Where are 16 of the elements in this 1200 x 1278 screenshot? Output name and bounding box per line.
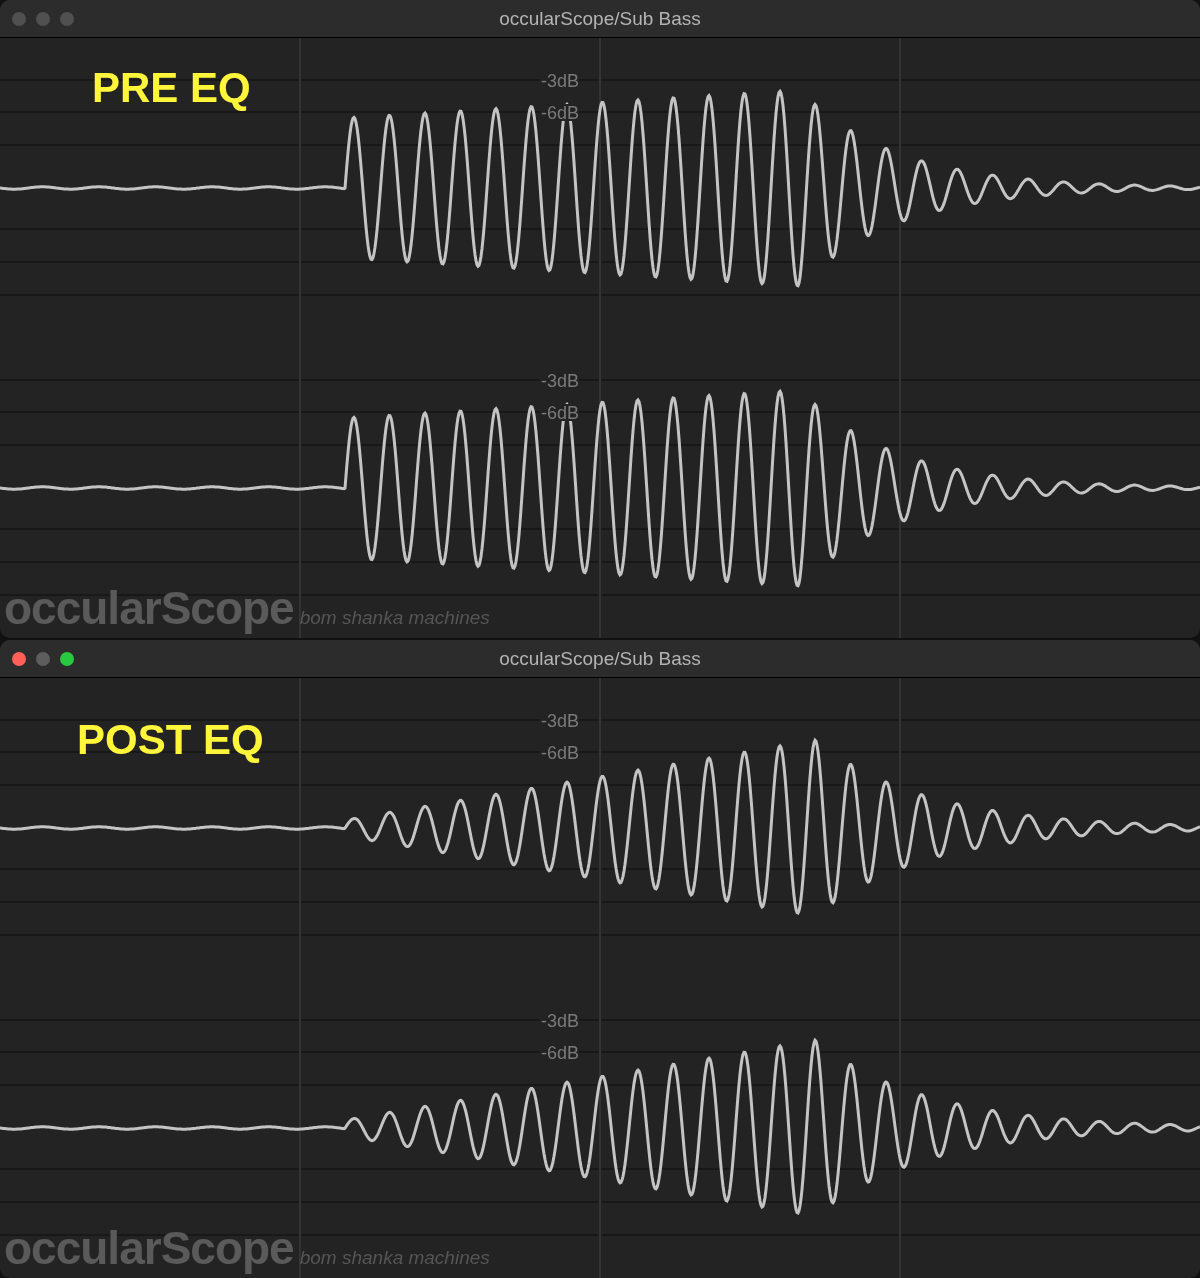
db-label: -6dB bbox=[541, 743, 579, 763]
minimize-button[interactable] bbox=[36, 11, 50, 26]
close-button[interactable] bbox=[12, 651, 26, 666]
logo-text: occularScope bbox=[4, 1220, 294, 1276]
db-label: -6dB bbox=[541, 1043, 579, 1063]
db-label: -3dB bbox=[541, 1011, 579, 1031]
db-label: -3dB bbox=[541, 371, 579, 391]
overlay-label: POST EQ bbox=[77, 716, 264, 764]
minimize-button[interactable] bbox=[36, 651, 50, 666]
logo-text: occularScope bbox=[4, 580, 294, 636]
db-label: -3dB bbox=[541, 711, 579, 731]
overlay-label: PRE EQ bbox=[92, 64, 251, 112]
zoom-button[interactable] bbox=[60, 651, 74, 666]
window-title: occularScope/Sub Bass bbox=[499, 647, 701, 669]
db-label: -3dB bbox=[541, 71, 579, 91]
window-title: occularScope/Sub Bass bbox=[499, 7, 701, 29]
